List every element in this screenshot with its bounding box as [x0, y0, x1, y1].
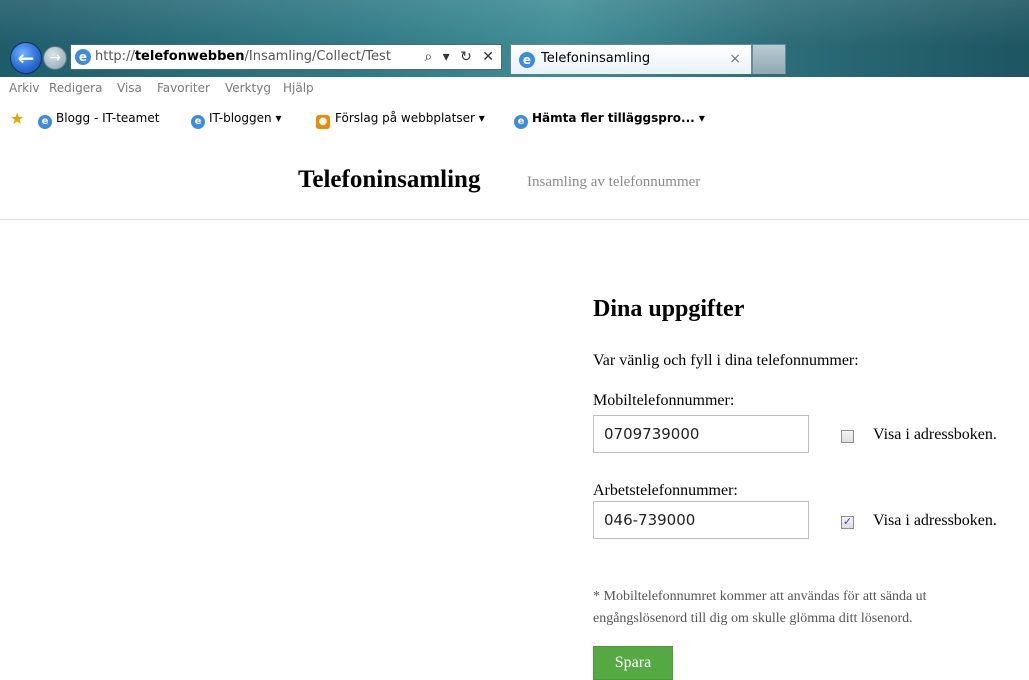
ie-favicon-icon: e	[38, 115, 52, 129]
mobile-show-in-addressbook-checkbox[interactable]	[841, 430, 854, 443]
ie-favicon-icon: e	[75, 49, 91, 65]
site-brand[interactable]: Telefoninsamling	[298, 166, 480, 194]
work-label: Arbetstelefonnummer:	[593, 482, 738, 499]
ie-favicon-icon: e	[519, 52, 535, 68]
save-button[interactable]: Spara	[593, 646, 673, 680]
tab-label: Telefoninsamling	[541, 51, 651, 66]
menu-verktyg[interactable]: Verktyg	[225, 81, 271, 95]
menu-bar: Arkiv Redigera Visa Favoriter Verktyg Hj…	[0, 77, 1029, 99]
suggested-sites-icon: ●	[316, 115, 330, 129]
menu-redigera[interactable]: Redigera	[49, 81, 102, 95]
form-intro: Var vänlig och fyll i dina telefonnummer…	[593, 352, 859, 369]
address-tools-icons[interactable]: ⌕ ▾ ↻ ✕	[424, 45, 497, 69]
url-text: http://telefonwebben/Insamling/Collect/T…	[95, 49, 391, 64]
ie-favicon-icon: e	[514, 115, 528, 129]
work-show-in-addressbook-checkbox[interactable]: ✓	[841, 516, 854, 529]
work-show-in-addressbook-label: Visa i adressboken.	[873, 512, 997, 529]
mobile-usage-note: * Mobiltelefonnumret kommer att användas…	[593, 589, 927, 626]
tab-close-icon[interactable]: ×	[729, 45, 741, 73]
menu-hjalp[interactable]: Hjälp	[283, 81, 314, 95]
site-header: Telefoninsamling Insamling av telefonnum…	[0, 137, 1029, 220]
back-button[interactable]: ←	[10, 42, 42, 74]
mobile-phone-input[interactable]: 0709739000	[593, 415, 809, 453]
dropdown-arrow-icon: ▾	[698, 111, 705, 125]
menu-arkiv[interactable]: Arkiv	[9, 81, 40, 95]
menu-visa[interactable]: Visa	[117, 81, 142, 95]
tab-telefoninsamling[interactable]: e Telefoninsamling ×	[510, 44, 752, 74]
new-tab-button[interactable]	[752, 44, 786, 74]
favorite-blogg-it-teamet[interactable]: e Blogg - IT-teamet	[38, 111, 159, 129]
work-phone-input[interactable]: 046-739000	[593, 501, 809, 539]
forward-arrow-icon: →	[49, 50, 61, 66]
site-tagline: Insamling av telefonnummer	[527, 174, 701, 190]
back-arrow-icon: ←	[17, 46, 35, 70]
forward-button[interactable]: →	[43, 46, 67, 70]
mobile-label: Mobiltelefonnummer:	[593, 392, 735, 409]
ie-favicon-icon: e	[191, 115, 205, 129]
favorite-forslag-pa-webbplatser[interactable]: ● Förslag på webbplatser ▾	[316, 111, 485, 129]
address-bar[interactable]: e http://telefonwebben/Insamling/Collect…	[70, 44, 502, 70]
form-heading: Dina uppgifter	[593, 296, 745, 322]
favorites-star-icon[interactable]: ★	[10, 109, 24, 128]
favorites-bar: ★ e Blogg - IT-teamet e IT-bloggen ▾ ● Förs…	[0, 99, 1029, 137]
menu-favoriter[interactable]: Favoriter	[157, 81, 210, 95]
favorite-it-bloggen[interactable]: e IT-bloggen ▾	[191, 111, 281, 129]
mobile-show-in-addressbook-label: Visa i adressboken.	[873, 426, 997, 443]
dropdown-arrow-icon: ▾	[275, 111, 282, 125]
dropdown-arrow-icon: ▾	[478, 111, 485, 125]
favorite-hamta-fler-tillagg[interactable]: e Hämta fler tilläggspro... ▾	[514, 111, 705, 129]
